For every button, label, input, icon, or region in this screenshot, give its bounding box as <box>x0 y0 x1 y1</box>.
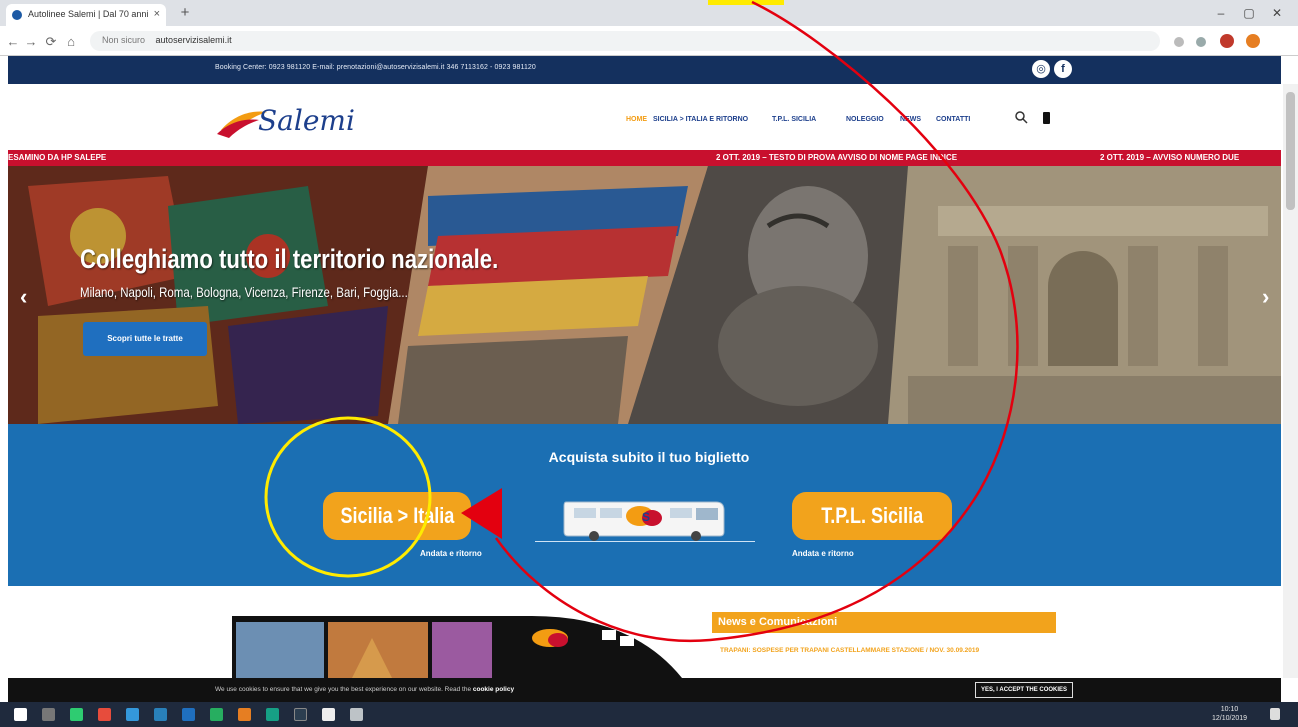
svg-text:S: S <box>642 510 650 524</box>
home-button[interactable]: ⌂ <box>62 33 80 51</box>
taskbar-app-icon[interactable] <box>98 708 111 721</box>
ticker-item[interactable]: ESAMINO DA HP SALEPE <box>8 153 106 162</box>
cookie-bar <box>8 678 1281 702</box>
system-clock[interactable]: 10:10 12/10/2019 <box>1212 705 1247 723</box>
taskbar-app-icon[interactable] <box>350 708 363 721</box>
nav-noleggio[interactable]: NOLEGGIO <box>846 116 884 123</box>
search-icon[interactable] <box>1014 110 1028 124</box>
forward-button[interactable]: → <box>22 33 40 51</box>
bus-image: S <box>563 501 725 541</box>
slider-next-arrow-icon[interactable]: › <box>1262 284 1269 310</box>
task-view-icon[interactable] <box>42 708 55 721</box>
taskbar-app-icon[interactable] <box>266 708 279 721</box>
bookmark-star-icon[interactable] <box>1174 37 1184 47</box>
contact-info: Booking Center: 0923 981120 E-mail: pren… <box>215 64 536 71</box>
start-icon[interactable] <box>14 708 27 721</box>
accept-cookies-button[interactable]: YES, I ACCEPT THE COOKIES <box>975 682 1073 698</box>
extension-icon[interactable] <box>1196 37 1206 47</box>
new-tab-button[interactable]: + <box>176 4 194 22</box>
tpl-sicilia-button[interactable]: T.P.L. Sicilia <box>792 492 952 540</box>
maximize-button[interactable]: ▢ <box>1236 3 1262 23</box>
discover-routes-button[interactable]: Scopri tutte le tratte <box>83 322 207 356</box>
tpl-sicilia-subtitle[interactable]: Andata e ritorno <box>792 549 854 558</box>
cart-icon[interactable] <box>1043 112 1050 124</box>
news-item-link[interactable]: TRAPANI: SOSPESE PER TRAPANI CASTELLAMMA… <box>720 646 1020 656</box>
profile-avatar[interactable] <box>1246 34 1260 48</box>
hero-subtitle: Milano, Napoli, Roma, Bologna, Vicenza, … <box>80 284 408 300</box>
taskbar-app-icon[interactable] <box>322 708 335 721</box>
cookie-policy-link[interactable]: cookie policy <box>473 686 514 693</box>
browser-tab-title: Autolinee Salemi | Dal 70 anni <box>28 9 149 19</box>
clock-date: 12/10/2019 <box>1212 715 1248 722</box>
bus-underline <box>535 541 755 542</box>
notification-icon[interactable] <box>1270 708 1280 720</box>
nav-news[interactable]: NEWS <box>900 116 921 123</box>
url-text: autoservizisalemi.it <box>155 35 232 45</box>
logo-wordmark[interactable]: Salemi <box>258 104 355 137</box>
sicilia-italia-button[interactable]: Sicilia > Italia <box>323 492 471 540</box>
address-bar[interactable]: Non sicuro autoservizisalemi.it <box>90 31 1160 51</box>
hero-title: Colleghiamo tutto il territorio nazional… <box>80 244 499 274</box>
taskbar-app-icon[interactable] <box>294 708 307 721</box>
cookie-message: We use cookies to ensure that we give yo… <box>215 686 472 693</box>
taskbar-app-icon[interactable] <box>70 708 83 721</box>
reload-button[interactable]: ⟳ <box>42 33 60 51</box>
back-button[interactable]: ← <box>4 33 22 51</box>
news-ticker <box>8 150 1281 166</box>
taskbar-app-icon[interactable] <box>182 708 195 721</box>
news-header: News e Comunicazioni <box>712 612 1056 633</box>
instagram-icon[interactable]: ◎ <box>1032 60 1050 78</box>
nav-home[interactable]: HOME <box>626 116 647 123</box>
nav-sicilia-italia[interactable]: SICILIA > ITALIA E RITORNO <box>653 116 748 123</box>
browser-tab-strip <box>0 0 1298 26</box>
close-window-button[interactable]: ✕ <box>1264 3 1290 23</box>
taskbar-app-icon[interactable] <box>238 708 251 721</box>
extension-red-icon[interactable] <box>1220 34 1234 48</box>
ticker-item[interactable]: 2 OTT. 2019 – TESTO DI PROVA AVVISO DI N… <box>716 153 957 162</box>
scrollbar-thumb[interactable] <box>1286 92 1295 210</box>
ticker-item[interactable]: 2 OTT. 2019 – AVVISO NUMERO DUE <box>1100 153 1239 162</box>
minimize-button[interactable]: – <box>1208 3 1234 23</box>
yellow-highlight-annotation <box>708 0 784 5</box>
browser-tab[interactable]: Autolinee Salemi | Dal 70 anni × <box>6 4 166 26</box>
coach-banner-image <box>232 616 682 678</box>
booking-title: Acquista subito il tuo biglietto <box>548 449 750 465</box>
slider-prev-arrow-icon[interactable]: ‹ <box>20 284 27 310</box>
sicilia-italia-subtitle[interactable]: Andata e ritorno <box>420 549 482 558</box>
facebook-icon[interactable]: f <box>1054 60 1072 78</box>
nav-tpl-sicilia[interactable]: T.P.L. SICILIA <box>772 116 816 123</box>
nav-contatti[interactable]: CONTATTI <box>936 116 970 123</box>
tpl-sicilia-label: T.P.L. Sicilia <box>821 503 923 528</box>
tab-close-icon[interactable]: × <box>154 8 160 20</box>
taskbar-app-icon[interactable] <box>154 708 167 721</box>
clock-time: 10:10 <box>1220 706 1239 713</box>
site-topbar <box>8 56 1281 84</box>
taskbar-app-icon[interactable] <box>210 708 223 721</box>
site-favicon-icon <box>12 10 22 20</box>
taskbar-app-icon[interactable] <box>126 708 139 721</box>
cookie-text: We use cookies to ensure that we give yo… <box>215 686 514 693</box>
security-indicator[interactable]: Non sicuro <box>102 35 145 45</box>
sicilia-italia-label: Sicilia > Italia <box>340 503 454 528</box>
